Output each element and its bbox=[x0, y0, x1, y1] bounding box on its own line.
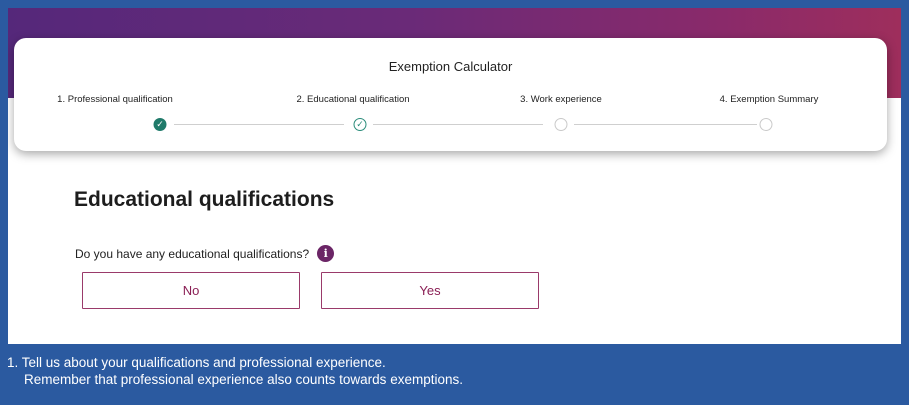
step-connector bbox=[373, 124, 543, 125]
step-done-check-icon[interactable]: ✓ bbox=[153, 118, 167, 131]
info-icon[interactable]: i bbox=[317, 245, 335, 262]
stepper-title: Exemption Calculator bbox=[388, 59, 513, 74]
question-row: Do you have any educational qualificatio… bbox=[75, 245, 335, 262]
step-label-educational[interactable]: 2. Educational qualification bbox=[296, 94, 409, 105]
caption-line-1: 1. Tell us about your qualifications and… bbox=[7, 355, 386, 370]
question-text: Do you have any educational qualificatio… bbox=[75, 246, 310, 261]
step-pending-circle-icon[interactable] bbox=[759, 118, 773, 131]
step-label-professional[interactable]: 1. Professional qualification bbox=[57, 94, 173, 105]
caption-banner: 1. Tell us about your qualifications and… bbox=[0, 344, 909, 405]
app-frame: Exemption Calculator 1. Professional qua… bbox=[8, 8, 901, 344]
step-connector bbox=[174, 124, 344, 125]
step-label-work-experience[interactable]: 3. Work experience bbox=[520, 94, 602, 105]
step-connector bbox=[574, 124, 757, 125]
no-button[interactable]: No bbox=[82, 272, 300, 309]
yes-button[interactable]: Yes bbox=[321, 272, 539, 309]
step-label-exemption-summary[interactable]: 4. Exemption Summary bbox=[720, 94, 819, 105]
step-pending-circle-icon[interactable] bbox=[554, 118, 568, 131]
caption-line-2: Remember that professional experience al… bbox=[24, 372, 463, 387]
stepper-card: Exemption Calculator 1. Professional qua… bbox=[14, 38, 887, 151]
step-active-check-icon[interactable]: ✓ bbox=[353, 118, 367, 131]
page-title: Educational qualifications bbox=[74, 188, 335, 211]
